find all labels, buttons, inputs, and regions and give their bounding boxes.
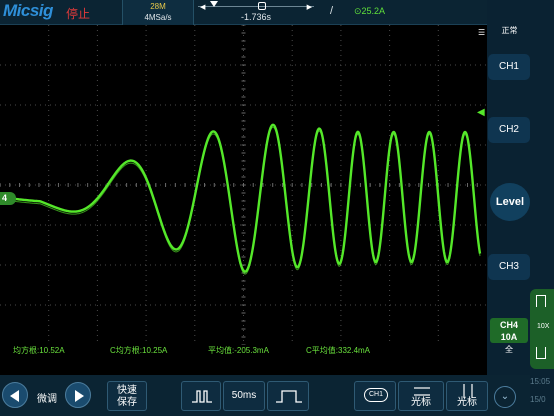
trigger-delay[interactable]: -1.736s: [196, 12, 316, 22]
horizontal-cursor-button[interactable]: 光标: [398, 381, 444, 411]
ch4-button[interactable]: CH4 10A 全: [488, 316, 530, 358]
ch1-button[interactable]: CH1: [488, 54, 530, 80]
run-status[interactable]: 停止: [66, 5, 90, 22]
brand-logo: Micsig: [3, 1, 53, 20]
menu-icon[interactable]: ☰: [478, 28, 485, 37]
ch4-settings-strip[interactable]: 10X: [530, 289, 554, 369]
trigger-mode[interactable]: 正常: [487, 25, 532, 36]
clock: 15:05: [530, 377, 551, 386]
level-button[interactable]: Level: [490, 183, 530, 221]
wide-pulse-icon: [276, 390, 302, 403]
ch3-button[interactable]: CH3: [488, 254, 530, 280]
chevron-down-icon[interactable]: ⌄: [494, 386, 516, 408]
cursor-channel-select[interactable]: CH1: [354, 381, 396, 411]
pulse-icon: [536, 295, 546, 307]
left-arrow-icon: [10, 390, 19, 402]
ch4-marker-label: 4: [2, 193, 8, 203]
quick-save-line1: 快速: [117, 385, 137, 396]
trigger-level-arrow-icon[interactable]: ◀: [477, 107, 485, 118]
fine-left-button[interactable]: [2, 382, 28, 408]
ch4-probe-ratio: 10X: [537, 323, 550, 330]
waveform-canvas: [0, 25, 487, 345]
timebase-decrease-button[interactable]: [181, 381, 221, 411]
acquisition-info[interactable]: 28M 4MSa/s: [122, 0, 194, 25]
fine-right-button[interactable]: [65, 382, 91, 408]
ch2-button[interactable]: CH2: [488, 117, 530, 143]
vertical-cursor-button[interactable]: 光标: [446, 381, 488, 411]
ch4-waveform-envelope: [0, 126, 481, 275]
right-arrow-icon: ▶: [306, 4, 312, 11]
timebase-value[interactable]: 50ms: [223, 381, 265, 411]
ch4-ground-marker[interactable]: 4: [0, 192, 16, 205]
right-arrow-icon: [75, 390, 84, 402]
waveform-display[interactable]: 4 ◀: [0, 25, 487, 345]
ch4-name: CH4: [490, 318, 528, 332]
trigger-position-icon: [210, 1, 218, 7]
quick-save-line2: 保存: [117, 397, 137, 408]
measure-rms: 均方根:10.52A: [13, 346, 65, 355]
vertical-cursor-label: 光标: [457, 397, 477, 408]
memory-depth: 28M: [150, 2, 166, 11]
rising-edge-icon: /: [330, 5, 334, 17]
ch4-scale: 10A: [490, 332, 528, 343]
cursor-channel-label: CH1: [364, 388, 388, 402]
clock-date: 15/0: [530, 395, 546, 404]
narrow-pulse-icon: [192, 390, 212, 403]
left-arrow-icon: ◀: [200, 4, 206, 11]
measure-cycle-mean: C平均值:332.4mA: [306, 346, 371, 355]
timebase-increase-button[interactable]: [267, 381, 309, 411]
graticule: [0, 25, 487, 345]
measure-mean: 平均值:-205.3mA: [208, 346, 269, 355]
pulse-icon: [536, 347, 546, 359]
top-status-bar: Micsig 停止 28M 4MSa/s ◀ ▶ -1.736s / ⊙25.2…: [0, 0, 487, 25]
ch4-bandwidth: 全: [505, 345, 513, 354]
view-window-icon: [258, 2, 266, 10]
trigger-level: ⊙25.2A: [354, 6, 386, 16]
horizontal-cursor-label: 光标: [411, 397, 431, 408]
measure-cycle-rms: C均方根:10.25A: [110, 346, 168, 355]
fine-adjust-label: 微调: [37, 394, 57, 405]
trigger-info[interactable]: / ⊙25.2A: [318, 0, 487, 25]
sample-rate: 4MSa/s: [144, 13, 172, 22]
quick-save-button[interactable]: 快速 保存: [107, 381, 147, 411]
